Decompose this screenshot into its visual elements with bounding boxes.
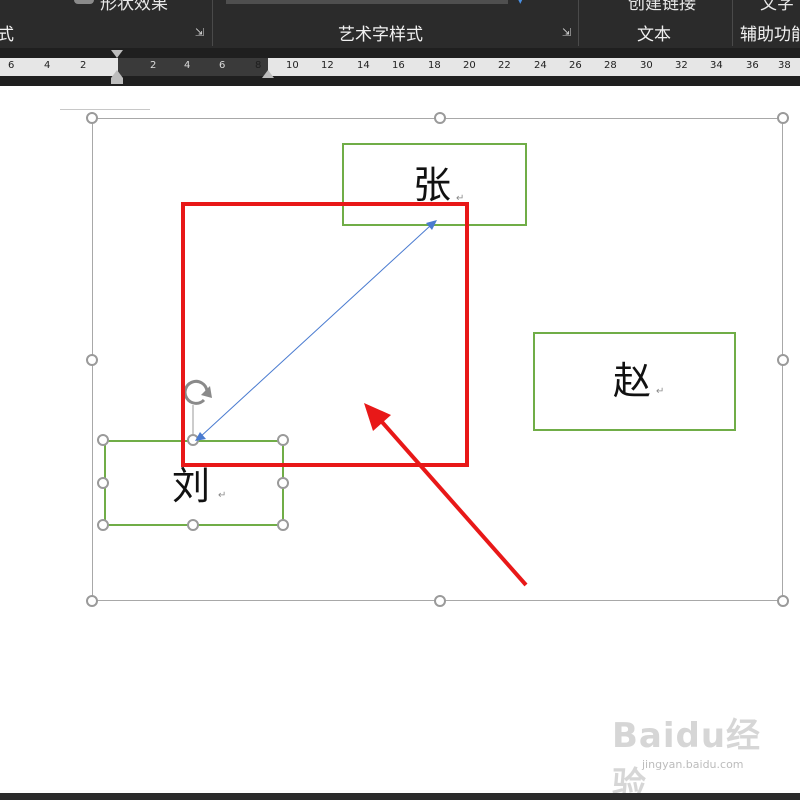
textbox-resize-handle[interactable] (97, 477, 109, 489)
shape-styles-group-label: 式 (0, 25, 14, 45)
watermark-main-text: Baidu经验 (612, 716, 762, 805)
paragraph-mark: ↵ (456, 193, 465, 204)
textbox-liu[interactable]: 刘 ↵ (104, 440, 284, 526)
group-separator (578, 0, 579, 46)
ruler-tick: 4 (184, 60, 191, 71)
dialog-launcher-icon[interactable]: ⇲ (562, 27, 573, 38)
wordart-styles-group-label: 艺术字样式 (338, 25, 423, 45)
ruler-tick: 34 (710, 60, 723, 71)
watermark-sub-text: jingyan.baidu.com (642, 758, 744, 771)
paragraph-mark: ↵ (656, 386, 665, 397)
textbox-resize-handle[interactable] (187, 519, 199, 531)
ruler-tick: 22 (498, 60, 511, 71)
group-separator (732, 0, 733, 46)
ruler-tick: 2 (80, 60, 87, 71)
textbox-zhao[interactable]: 赵 ↵ (533, 332, 736, 431)
wordart-gallery[interactable] (226, 0, 508, 4)
canvas-resize-handle[interactable] (777, 354, 789, 366)
ruler-tick: 32 (675, 60, 688, 71)
page-margin-guide (60, 109, 150, 110)
ribbon: 形状效果 ▾ 创建链接 文字 式 ⇲ 艺术字样式 ⇲ 文本 辅助功能 (0, 0, 800, 48)
ruler-tick: 16 (392, 60, 405, 71)
textbox-text: 张 (413, 163, 452, 207)
shape-effects-button[interactable]: 形状效果 (100, 0, 168, 14)
ruler-tick: 18 (428, 60, 441, 71)
ruler-tick: 24 (534, 60, 547, 71)
horizontal-ruler[interactable]: 6 4 2 2 4 6 8 10 12 14 16 18 20 22 24 26… (0, 48, 800, 86)
canvas-resize-handle[interactable] (434, 112, 446, 124)
create-link-button[interactable]: 创建链接 (628, 0, 696, 14)
left-indent-marker[interactable] (111, 78, 123, 84)
paragraph-mark: ↵ (218, 490, 227, 501)
ruler-tick: 12 (321, 60, 334, 71)
ruler-margin-area (118, 58, 268, 76)
text-direction-button[interactable]: 文字 (760, 0, 794, 14)
textbox-resize-handle[interactable] (277, 477, 289, 489)
textbox-text: 赵 (613, 359, 652, 403)
canvas-resize-handle[interactable] (86, 112, 98, 124)
shape-effects-icon[interactable] (74, 0, 94, 4)
accessibility-group-label: 辅助功能 (740, 25, 800, 45)
group-separator (212, 0, 213, 46)
ruler-tick: 26 (569, 60, 582, 71)
watermark-logo: Baidu经验 jingyan.baidu.com (612, 700, 762, 805)
textbox-resize-handle[interactable] (97, 434, 109, 446)
canvas-resize-handle[interactable] (86, 354, 98, 366)
canvas-resize-handle[interactable] (777, 595, 789, 607)
ruler-tick: 30 (640, 60, 653, 71)
textbox-zhang[interactable]: 张 ↵ (342, 143, 527, 226)
dialog-launcher-icon[interactable]: ⇲ (195, 27, 206, 38)
ruler-tick: 6 (8, 60, 15, 71)
textbox-text: 刘 (172, 464, 211, 508)
ruler-tick: 14 (357, 60, 370, 71)
canvas-resize-handle[interactable] (86, 595, 98, 607)
right-indent-marker[interactable] (262, 70, 274, 78)
ruler-tick: 38 (778, 60, 791, 71)
text-group-label: 文本 (637, 25, 671, 45)
ruler-tick: 20 (463, 60, 476, 71)
canvas-resize-handle[interactable] (434, 595, 446, 607)
textbox-resize-handle[interactable] (277, 434, 289, 446)
ruler-tick: 28 (604, 60, 617, 71)
ruler-tick: 10 (286, 60, 299, 71)
ruler-tick: 2 (150, 60, 157, 71)
hanging-indent-marker[interactable] (111, 70, 123, 78)
canvas-resize-handle[interactable] (777, 112, 789, 124)
ruler-tick: 6 (219, 60, 226, 71)
ruler-tick: 8 (255, 60, 262, 71)
textbox-resize-handle[interactable] (97, 519, 109, 531)
ruler-tick: 36 (746, 60, 759, 71)
status-bar (0, 793, 800, 800)
gallery-more-icon[interactable]: ▾ (517, 0, 524, 8)
textbox-resize-handle[interactable] (277, 519, 289, 531)
first-line-indent-marker[interactable] (111, 50, 123, 58)
ruler-tick: 4 (44, 60, 51, 71)
